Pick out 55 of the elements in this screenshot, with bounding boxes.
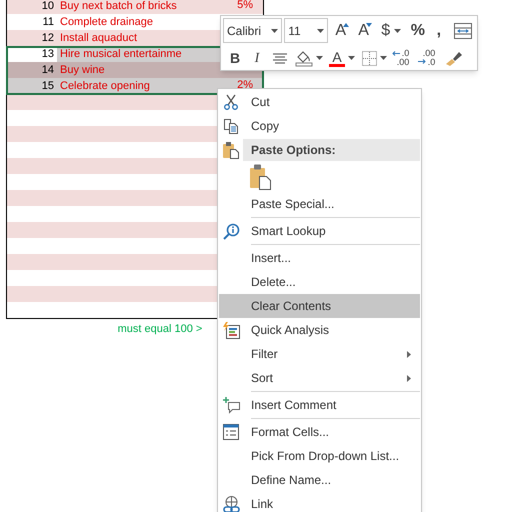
menu-item[interactable]: Delete... bbox=[219, 270, 420, 294]
clipboard-icon bbox=[222, 141, 238, 159]
borders-icon bbox=[362, 50, 376, 66]
caret-icon[interactable] bbox=[316, 56, 323, 60]
shrink-font-button[interactable]: A bbox=[353, 18, 374, 42]
wrap-icon bbox=[454, 22, 472, 38]
copy-icon bbox=[223, 118, 239, 134]
menu-item[interactable]: Copy bbox=[219, 114, 420, 138]
format-cells-icon bbox=[223, 424, 239, 440]
menu-item[interactable]: Clear Contents bbox=[219, 294, 420, 318]
row-number-cell: 14 bbox=[7, 62, 57, 78]
menu-item[interactable]: Paste Special... bbox=[219, 192, 420, 216]
menu-item[interactable]: Sort bbox=[219, 366, 420, 390]
menu-item[interactable]: Define Name... bbox=[219, 468, 420, 492]
menu-item[interactable]: Smart Lookup bbox=[219, 219, 420, 243]
comma-button[interactable]: , bbox=[429, 18, 448, 42]
menu-item[interactable]: Format Cells... bbox=[219, 420, 420, 444]
caret-icon[interactable] bbox=[394, 28, 402, 32]
percent-button[interactable]: % bbox=[408, 18, 428, 42]
task-cell: Buy wine bbox=[57, 62, 217, 78]
caret-icon[interactable] bbox=[380, 56, 386, 60]
link-icon bbox=[222, 496, 240, 512]
comment-icon bbox=[222, 396, 240, 414]
increase-decimal-button[interactable]: .0 .00 bbox=[391, 46, 415, 70]
note-text: must equal 100 > bbox=[118, 322, 202, 336]
color-bar bbox=[329, 64, 345, 66]
menu-header: Paste Options: bbox=[243, 139, 420, 161]
italic-button[interactable]: I bbox=[247, 46, 267, 70]
grow-font-button[interactable]: A bbox=[330, 18, 352, 42]
font-color-button[interactable]: A bbox=[327, 46, 357, 70]
center-align-icon bbox=[273, 52, 287, 64]
menu-item[interactable]: Quick Analysis bbox=[219, 318, 420, 342]
quick-analysis-icon bbox=[222, 322, 240, 338]
search-icon bbox=[222, 222, 240, 240]
font-name-dropdown[interactable]: Calibri bbox=[223, 18, 282, 43]
caret-icon[interactable] bbox=[317, 28, 324, 32]
menu-item[interactable]: Insert Comment bbox=[219, 393, 420, 417]
caret-icon[interactable] bbox=[271, 28, 278, 32]
bold-button[interactable]: B bbox=[225, 46, 245, 70]
format-painter-icon bbox=[445, 50, 463, 66]
paint-bucket-icon bbox=[295, 49, 313, 67]
task-cell: Celebrate opening bbox=[57, 78, 217, 94]
font-size-dropdown[interactable]: 11 bbox=[284, 18, 328, 43]
paste-option-icon[interactable] bbox=[250, 164, 272, 190]
caret-icon[interactable] bbox=[348, 56, 355, 60]
scissors-icon bbox=[223, 94, 239, 110]
decrease-decimal-button[interactable]: .00 .0 bbox=[417, 46, 441, 70]
arrow-icon bbox=[392, 51, 400, 56]
menu-item[interactable]: Link bbox=[219, 492, 420, 512]
menu-item[interactable]: Pick From Drop-down List... bbox=[219, 444, 420, 468]
row-number-cell: 15 bbox=[7, 78, 57, 94]
arrow-icon bbox=[418, 59, 426, 64]
menu-item[interactable]: Insert... bbox=[219, 246, 420, 270]
currency-button[interactable]: $ bbox=[376, 18, 406, 42]
menu-item[interactable]: Filter bbox=[219, 342, 420, 366]
